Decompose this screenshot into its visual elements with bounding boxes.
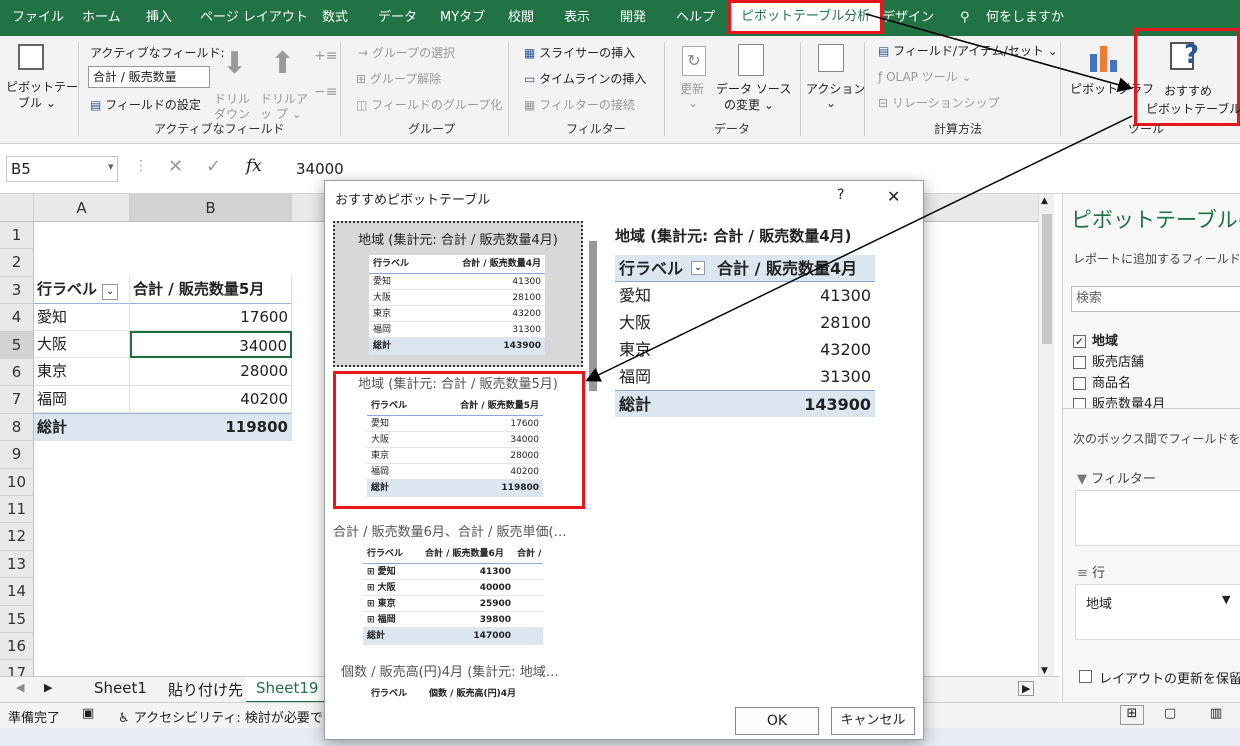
arrow-to-recommendation	[585, 115, 1133, 382]
annotation-arrows	[585, 13, 1133, 382]
arrow-to-recommended	[865, 13, 1133, 92]
